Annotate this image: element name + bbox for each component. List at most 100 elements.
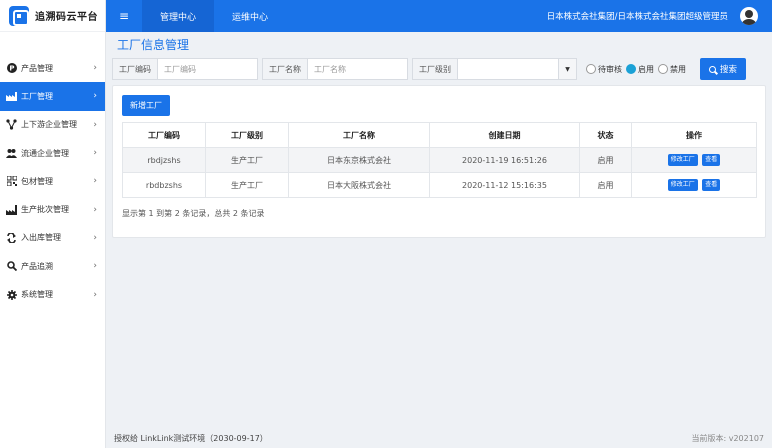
cell-actions: 修改工厂 查看 xyxy=(631,172,757,198)
sidebar-item-distribution[interactable]: 流通企业管理 › xyxy=(0,139,105,167)
edit-factory-button[interactable]: 修改工厂 xyxy=(667,179,698,191)
hamburger-icon[interactable]: ≡ xyxy=(106,9,142,23)
search-button[interactable]: 搜索 xyxy=(700,58,746,80)
sidebar-item-label: 包材管理 xyxy=(21,176,53,186)
top-bar: ≡ 管理中心 运维中心 日本株式会社集团/日本株式会社集团超级管理员 xyxy=(106,0,772,32)
sidebar-item-packaging[interactable]: 包材管理 › xyxy=(0,167,105,195)
exchange-icon xyxy=(6,232,17,243)
sidebar-item-label: 产品追溯 xyxy=(21,261,53,271)
chevron-right-icon: › xyxy=(93,91,97,102)
radio-dot xyxy=(586,64,596,74)
sidebar-item-product[interactable]: P 产品管理 › xyxy=(0,54,105,82)
sidebar-item-label: 生产批次管理 xyxy=(21,205,69,215)
search-icon xyxy=(708,65,716,73)
factory-code-input[interactable] xyxy=(157,58,258,80)
svg-text:P: P xyxy=(9,65,14,73)
tab-management-center[interactable]: 管理中心 xyxy=(142,0,215,32)
sidebar-item-label: 产品管理 xyxy=(21,63,53,73)
factory-level-select[interactable]: ▼ xyxy=(457,58,577,80)
sidebar-item-factory[interactable]: 工厂管理 › xyxy=(0,82,105,111)
table-row: rbdjzshs 生产工厂 日本东京株式会社 2020-11-19 16:51:… xyxy=(122,147,757,173)
chevron-right-icon: › xyxy=(93,204,97,215)
view-button[interactable]: 查看 xyxy=(702,179,721,191)
gear-icon xyxy=(6,289,17,300)
status-enabled-radio[interactable]: 启用 xyxy=(626,64,654,75)
users-icon xyxy=(6,148,17,159)
status-disabled-radio[interactable]: 禁用 xyxy=(658,64,686,75)
cell-name: 日本大阪株式会社 xyxy=(288,172,430,198)
sidebar-item-system[interactable]: 系统管理 › xyxy=(0,280,105,308)
sidebar-nav: P 产品管理 › 工厂管理 › 上下游企业管理 › 流通企业管理 › 包材管理 … xyxy=(0,54,105,309)
chevron-right-icon: › xyxy=(93,119,97,130)
table-row: rbdbzshs 生产工厂 日本大阪株式会社 2020-11-12 15:16:… xyxy=(122,172,757,198)
sidebar: 追溯码云平台 P 产品管理 › 工厂管理 › 上下游企业管理 › 流通企业管理 … xyxy=(0,0,106,448)
status-radio-group: 待审核 启用 禁用 xyxy=(586,64,690,75)
col-factory-name[interactable]: 工厂名称 xyxy=(288,122,430,148)
factory-icon xyxy=(6,91,17,102)
version-text: 当前版本: v202107 xyxy=(691,433,764,443)
factory-name-label: 工厂名称 xyxy=(262,58,307,80)
logo: 追溯码云平台 xyxy=(0,0,105,32)
col-factory-code[interactable]: 工厂编码 xyxy=(122,122,206,148)
current-user[interactable]: 日本株式会社集团/日本株式会社集团超级管理员 xyxy=(547,10,728,22)
factory-list-card: 新增工厂 工厂编码 工厂级别 工厂名称 创建日期 状态 操作 rbdjzshs … xyxy=(112,85,766,238)
product-icon: P xyxy=(6,63,17,74)
table-header-row: 工厂编码 工厂级别 工厂名称 创建日期 状态 操作 xyxy=(122,122,757,148)
page-title: 工厂信息管理 xyxy=(117,38,190,52)
caret-down-icon: ▼ xyxy=(558,59,576,79)
cell-date: 2020-11-12 15:16:35 xyxy=(429,172,580,198)
factory-code-label: 工厂编码 xyxy=(112,58,157,80)
chevron-right-icon: › xyxy=(93,289,97,300)
col-created-date[interactable]: 创建日期 xyxy=(429,122,580,148)
footer: 授权给 LinkLink测试环境（2030-09-17） 当前版本: v2021… xyxy=(106,428,772,448)
sidebar-item-label: 工厂管理 xyxy=(21,91,53,101)
factory-table: 工厂编码 工厂级别 工厂名称 创建日期 状态 操作 rbdjzshs 生产工厂 … xyxy=(122,122,757,198)
radio-dot xyxy=(658,64,668,74)
edit-factory-button[interactable]: 修改工厂 xyxy=(667,154,698,166)
sidebar-item-batch[interactable]: 生产批次管理 › xyxy=(0,195,105,223)
chevron-right-icon: › xyxy=(93,176,97,187)
radio-label: 禁用 xyxy=(670,64,686,74)
avatar[interactable] xyxy=(740,7,758,25)
add-factory-button[interactable]: 新增工厂 xyxy=(122,95,170,116)
cell-level: 生产工厂 xyxy=(205,147,289,173)
radio-label: 启用 xyxy=(638,64,654,74)
chevron-right-icon: › xyxy=(93,261,97,272)
supply-chain-icon xyxy=(6,119,17,130)
factory-level-label: 工厂级别 xyxy=(412,58,457,80)
qrcode-icon xyxy=(6,176,17,187)
sidebar-item-trace[interactable]: 产品追溯 › xyxy=(0,252,105,280)
chevron-right-icon: › xyxy=(93,63,97,74)
sidebar-item-label: 入出库管理 xyxy=(21,233,61,243)
radio-label: 待审核 xyxy=(598,64,622,74)
sidebar-item-inventory[interactable]: 入出库管理 › xyxy=(0,224,105,252)
sidebar-item-label: 系统管理 xyxy=(21,290,53,300)
cell-level: 生产工厂 xyxy=(205,172,289,198)
col-actions: 操作 xyxy=(631,122,757,148)
sidebar-item-supply-chain[interactable]: 上下游企业管理 › xyxy=(0,111,105,139)
cell-actions: 修改工厂 查看 xyxy=(631,147,757,173)
col-status[interactable]: 状态 xyxy=(579,122,632,148)
cell-code: rbdjzshs xyxy=(122,147,206,173)
batch-icon xyxy=(6,204,17,215)
cell-status: 启用 xyxy=(579,147,632,173)
pagination-summary: 显示第 1 到第 2 条记录，总共 2 条记录 xyxy=(122,209,265,218)
tab-operations-center[interactable]: 运维中心 xyxy=(214,0,286,32)
col-factory-level[interactable]: 工厂级别 xyxy=(205,122,289,148)
status-pending-radio[interactable]: 待审核 xyxy=(586,64,622,75)
app-title: 追溯码云平台 xyxy=(35,12,98,23)
view-button[interactable]: 查看 xyxy=(702,154,721,166)
search-icon xyxy=(6,261,17,272)
factory-name-input[interactable] xyxy=(307,58,408,80)
chevron-right-icon: › xyxy=(93,232,97,243)
license-text: 授权给 LinkLink测试环境（2030-09-17） xyxy=(114,433,268,443)
cell-date: 2020-11-19 16:51:26 xyxy=(429,147,580,173)
cell-code: rbdbzshs xyxy=(122,172,206,198)
sidebar-item-label: 流通企业管理 xyxy=(21,148,69,158)
chevron-right-icon: › xyxy=(93,148,97,159)
cell-name: 日本东京株式会社 xyxy=(288,147,430,173)
radio-dot xyxy=(626,64,636,74)
cell-status: 启用 xyxy=(579,172,632,198)
logo-icon xyxy=(9,5,29,26)
sidebar-item-label: 上下游企业管理 xyxy=(21,120,77,130)
